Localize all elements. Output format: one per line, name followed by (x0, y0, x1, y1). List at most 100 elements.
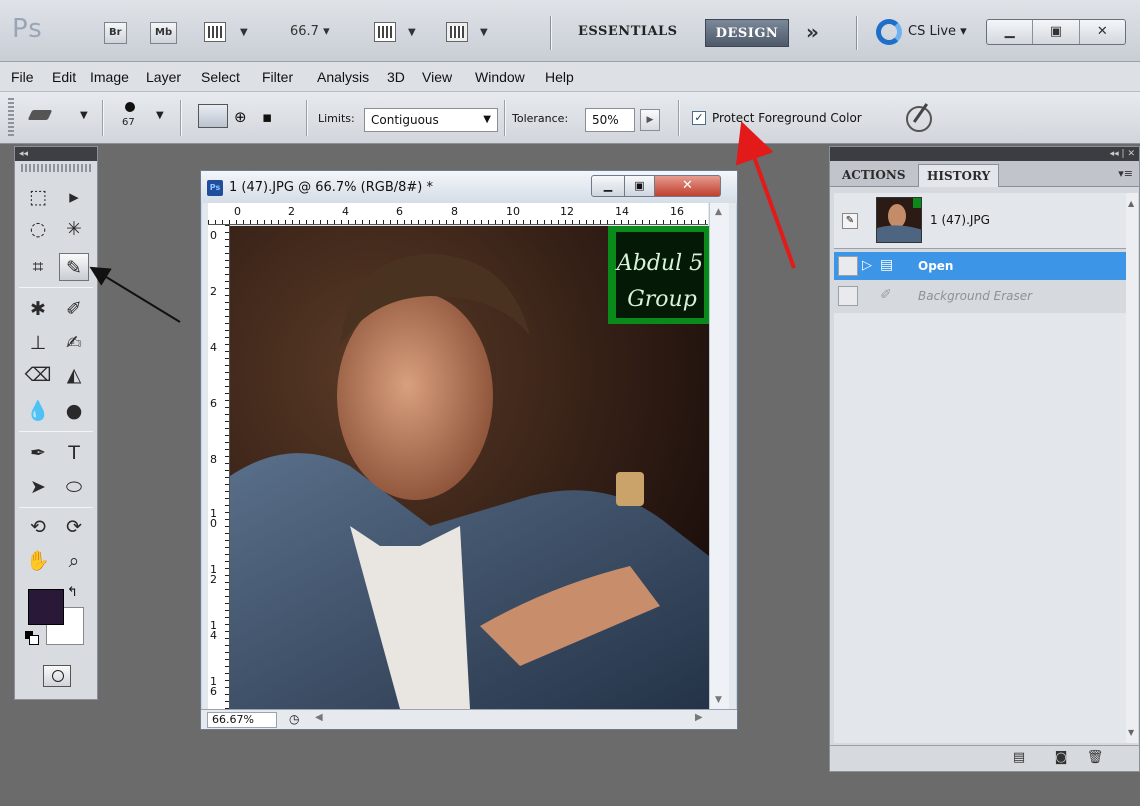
history-brush-source-box[interactable] (838, 286, 858, 306)
doc-maximize-button[interactable]: ▣ (625, 175, 655, 197)
history-state-open[interactable]: ▷ ▤ Open (834, 252, 1130, 280)
sampling-once-icon[interactable]: ⊕ (234, 108, 254, 126)
blur-tool-icon[interactable]: 💧 (23, 397, 53, 425)
clone-stamp-tool-icon[interactable]: ⊥ (23, 329, 53, 357)
background-eraser-preset-icon[interactable] (24, 102, 58, 128)
move-tool-icon[interactable]: ▸ (59, 183, 89, 211)
view-extras-icon[interactable] (204, 22, 226, 42)
menu-view[interactable]: View (422, 69, 452, 85)
history-state-slider-icon[interactable]: ▷ (862, 258, 872, 273)
zoom-percentage-field[interactable]: 66.67% (207, 712, 277, 728)
delete-state-icon[interactable]: 🗑 (1086, 750, 1104, 766)
vertical-ruler[interactable]: 0 2 4 6 8 10 12 14 16 (208, 225, 230, 709)
dodge-tool-icon[interactable]: ● (59, 397, 89, 425)
horizontal-ruler[interactable]: 0 2 4 6 8 10 12 14 16 (208, 203, 708, 225)
menu-select[interactable]: Select (201, 69, 240, 85)
history-brush-source-box[interactable] (838, 256, 858, 276)
tolerance-slider-button[interactable]: ▶ (640, 109, 660, 131)
limits-select[interactable]: Contiguous ▼ (364, 108, 498, 132)
tools-grip[interactable] (21, 164, 91, 172)
doc-minimize-button[interactable]: ▁ (591, 175, 625, 197)
minimize-button[interactable]: ▁ (987, 20, 1034, 44)
cs-live-menu[interactable]: CS Live ▾ (908, 24, 967, 39)
screen-mode-caret-icon[interactable]: ▼ (480, 27, 488, 38)
scroll-up-icon[interactable]: ▲ (1128, 199, 1134, 208)
doc-close-button[interactable]: ✕ (655, 175, 721, 197)
menu-layer[interactable]: Layer (146, 69, 181, 85)
menu-3d[interactable]: 3D (387, 69, 405, 85)
menu-edit[interactable]: Edit (52, 69, 76, 85)
mini-bridge-button[interactable]: Mb (150, 22, 178, 44)
menu-window[interactable]: Window (475, 69, 525, 85)
tablet-pressure-icon[interactable] (906, 106, 932, 132)
history-scrollbar[interactable]: ▲ ▼ (1126, 193, 1138, 743)
more-workspaces-icon[interactable]: » (806, 20, 819, 44)
quick-mask-button[interactable] (43, 665, 71, 687)
document-vertical-scrollbar[interactable]: ▲ ▼ (709, 203, 729, 709)
swap-colors-icon[interactable]: ↰ (67, 585, 78, 600)
lasso-tool-icon[interactable]: ◌ (23, 215, 53, 243)
foreground-color-swatch[interactable] (28, 589, 64, 625)
document-title-bar[interactable]: Ps 1 (47).JPG @ 66.7% (RGB/8#) * ▁ ▣ ✕ (201, 171, 737, 203)
restore-button[interactable]: ▣ (1033, 20, 1080, 44)
brush-picker-caret-icon[interactable]: ▼ (156, 110, 164, 121)
create-snapshot-icon[interactable]: ◙ (1052, 750, 1070, 766)
menu-help[interactable]: Help (545, 69, 574, 85)
scroll-down-icon[interactable]: ▼ (715, 695, 722, 705)
workspace-design[interactable]: DESIGN (705, 19, 789, 47)
tool-preset-caret-icon[interactable]: ▼ (80, 110, 88, 121)
tools-collapse-button[interactable]: ◂◂ (15, 147, 97, 161)
zoom-level-dropdown[interactable]: 66.7 ▾ (290, 24, 330, 39)
magic-wand-tool-icon[interactable]: ✳ (59, 215, 89, 243)
brush-tool-icon[interactable]: ✐ (59, 295, 89, 323)
protect-foreground-label[interactable]: Protect Foreground Color (712, 111, 862, 125)
panel-collapse-bar[interactable]: ◂◂ | ✕ (830, 147, 1139, 161)
panel-menu-icon[interactable]: ▾≡ (1118, 167, 1133, 180)
brush-preview-icon[interactable] (125, 102, 135, 112)
scroll-up-icon[interactable]: ▲ (715, 207, 722, 217)
spot-healing-tool-icon[interactable]: ✱ (23, 295, 53, 323)
status-info-icon[interactable]: ◷ (289, 712, 299, 726)
pen-tool-icon[interactable]: ✒ (23, 439, 53, 467)
scroll-down-icon[interactable]: ▼ (1128, 728, 1134, 737)
view-extras-caret-icon[interactable]: ▼ (240, 27, 248, 38)
bridge-button[interactable]: Br (104, 22, 127, 44)
zoom-tool-icon[interactable]: ⌕ (59, 547, 89, 575)
new-document-from-state-icon[interactable]: ▤ (1010, 750, 1028, 766)
tab-actions[interactable]: ACTIONS (834, 164, 914, 187)
eyedropper-tool-icon[interactable]: ✎ (59, 253, 89, 281)
arrange-documents-icon[interactable] (374, 22, 396, 42)
eraser-tool-icon[interactable]: ⌫ (23, 361, 53, 389)
screen-mode-icon[interactable] (446, 22, 468, 42)
history-snapshot[interactable]: ✎ 1 (47).JPG (834, 193, 1130, 249)
cs-live-icon[interactable] (876, 19, 902, 45)
tab-history[interactable]: HISTORY (918, 164, 1000, 187)
menu-analysis[interactable]: Analysis (317, 69, 369, 85)
history-state-background-eraser[interactable]: ✐ Background Eraser (834, 282, 1130, 310)
hand-tool-icon[interactable]: ✋ (23, 547, 53, 575)
sampling-background-swatch-icon[interactable]: ▪ (262, 108, 282, 126)
scroll-right-icon[interactable]: ▶ (695, 712, 703, 723)
history-brush-tool-icon[interactable]: ✍ (59, 329, 89, 357)
path-selection-tool-icon[interactable]: ➤ (23, 473, 53, 501)
default-colors-icon[interactable] (25, 631, 39, 645)
options-bar-grip[interactable] (8, 98, 14, 138)
tolerance-input[interactable]: 50% (585, 108, 635, 132)
sampling-continuous-icon[interactable] (198, 104, 228, 128)
workspace-essentials[interactable]: ESSENTIALS (578, 24, 678, 39)
protect-foreground-checkbox[interactable]: ✓ (692, 111, 706, 125)
ellipse-tool-icon[interactable]: ⬭ (59, 473, 89, 501)
marquee-tool-icon[interactable]: ⬚ (23, 183, 53, 211)
3d-rotate-tool-icon[interactable]: ⟲ (23, 513, 53, 541)
scroll-left-icon[interactable]: ◀ (315, 712, 323, 723)
paint-bucket-tool-icon[interactable]: ◭ (59, 361, 89, 389)
crop-tool-icon[interactable]: ⌗ (23, 253, 53, 281)
menu-image[interactable]: Image (90, 69, 129, 85)
type-tool-icon[interactable]: T (59, 439, 89, 467)
arrange-caret-icon[interactable]: ▼ (408, 27, 416, 38)
history-brush-source-icon[interactable]: ✎ (842, 213, 858, 229)
image-canvas[interactable]: Abdul 5 Group (230, 226, 709, 709)
menu-filter[interactable]: Filter (262, 69, 293, 85)
3d-orbit-tool-icon[interactable]: ⟳ (59, 513, 89, 541)
menu-file[interactable]: File (11, 69, 34, 85)
